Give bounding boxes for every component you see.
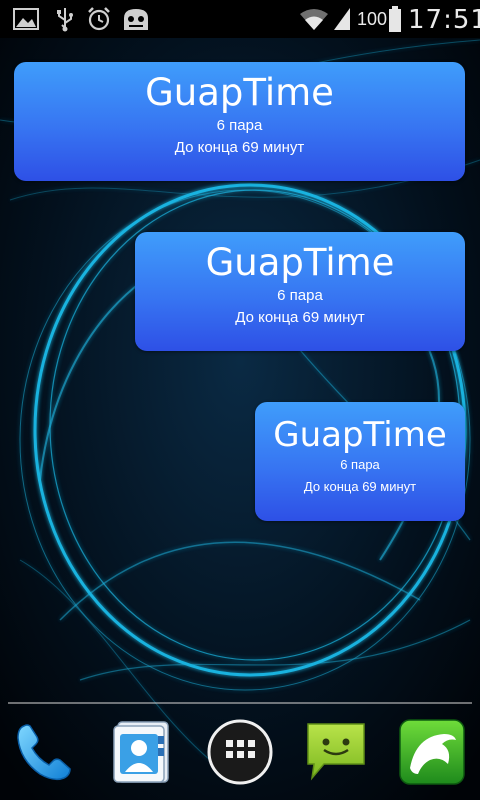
gallery-icon: [13, 8, 39, 30]
contacts-icon[interactable]: [108, 718, 176, 786]
widget-title: GuapTime: [273, 415, 447, 455]
alarm-icon: [88, 7, 110, 31]
messaging-icon[interactable]: [302, 718, 370, 786]
widget-title: GuapTime: [205, 241, 395, 284]
app-drawer-icon[interactable]: [206, 718, 274, 786]
widget-pair: 6 пара: [216, 117, 263, 134]
wifi-icon: [300, 9, 328, 30]
status-bar: 100 17:51: [0, 0, 480, 38]
guaptime-widget-large[interactable]: GuapTime 6 пара До конца 69 минут: [14, 62, 465, 181]
cyanogenmod-icon: [124, 9, 148, 30]
signal-icon: [334, 8, 350, 30]
dock-divider: [8, 702, 472, 704]
battery-level: 100: [357, 9, 388, 29]
widget-remaining: До конца 69 минут: [235, 308, 365, 326]
usb-icon: [57, 8, 73, 32]
status-clock: 17:51: [408, 5, 480, 35]
guaptime-widget-medium[interactable]: GuapTime 6 пара До конца 69 минут: [135, 232, 465, 351]
guaptime-widget-small[interactable]: GuapTime 6 пара До конца 69 минут: [255, 402, 465, 521]
widget-pair: 6 пара: [277, 287, 323, 304]
widget-title: GuapTime: [145, 71, 334, 114]
widget-remaining: До конца 69 минут: [303, 479, 417, 495]
battery-icon: [389, 6, 401, 32]
widget-remaining: До конца 69 минут: [174, 138, 305, 156]
phone-icon[interactable]: [10, 718, 78, 786]
widget-pair: 6 пара: [340, 457, 380, 472]
dolphin-browser-icon[interactable]: [398, 718, 466, 786]
